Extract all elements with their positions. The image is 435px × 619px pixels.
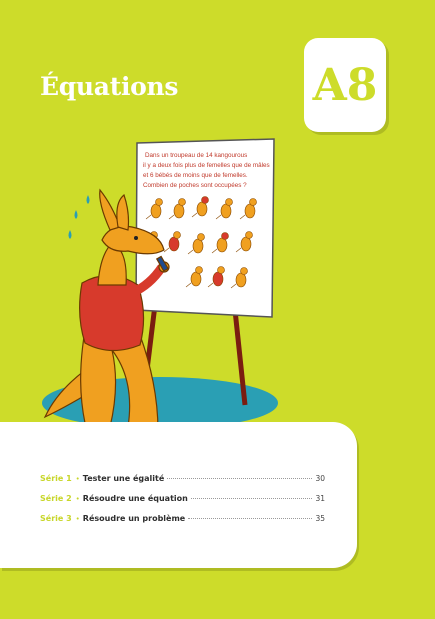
board-line-2: il y a deux fois plus de femelles que de… [143,162,270,169]
kangaroo-eye [134,236,138,240]
board-line-1: Dans un troupeau de 14 kangourous [145,152,247,159]
page-number: 31 [315,494,325,503]
sweat-drops [68,195,90,239]
kangaroo-ear-2 [116,193,130,231]
kangaroo-shirt [79,274,145,352]
serie-title: Résoudre un problème [82,514,186,523]
table-of-contents: Série 1 • Tester une égalité 30 Série 2 … [40,474,325,534]
bullet-icon: • [75,515,80,523]
kangaroo-illustration: Dans un troupeau de 14 kangourous il y a… [42,138,278,432]
bullet-icon: • [75,495,80,503]
chapter-title: Équations [40,72,179,101]
page-number: 35 [315,514,325,523]
serie-title: Résoudre une équation [82,494,188,503]
toc-row-serie-2[interactable]: Série 2 • Résoudre une équation 31 [40,494,325,514]
dot-leader [190,498,313,499]
toc-row-serie-3[interactable]: Série 3 • Résoudre un problème 35 [40,514,325,534]
serie-label: Série 3 [40,514,72,523]
dot-leader [188,518,313,519]
board-line-4: Combien de poches sont occupées ? [143,182,247,189]
board-line-3: et 6 bébés de moins que de femelles. [143,172,248,179]
serie-label: Série 1 [40,474,72,483]
bullet-icon: • [75,475,80,483]
page: Équations A8 Dans un troupeau de 14 kang… [0,0,435,619]
chapter-badge: A8 [304,38,386,132]
serie-title: Tester une égalité [82,474,165,483]
serie-label: Série 2 [40,494,72,503]
page-number: 30 [315,474,325,483]
toc-row-serie-1[interactable]: Série 1 • Tester une égalité 30 [40,474,325,494]
chapter-code: A8 [312,59,378,111]
dot-leader [167,478,313,479]
